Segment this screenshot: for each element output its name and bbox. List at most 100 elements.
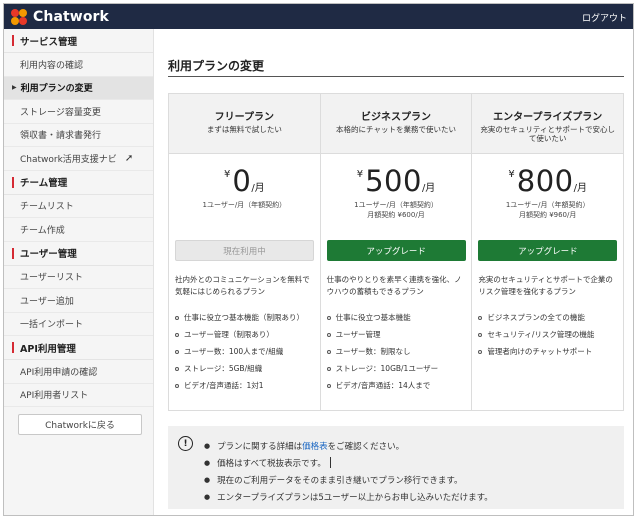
exclamation-icon: ! <box>178 436 193 451</box>
back-to-chatwork-button[interactable]: Chatworkに戻る <box>18 414 142 435</box>
sidebar-item-plan-change[interactable]: ▶ 利用プランの変更 <box>4 76 153 100</box>
bullet-icon: ● <box>204 441 211 450</box>
bullet-icon: ● <box>204 475 211 484</box>
sidebar-item-team-create[interactable]: チーム作成 <box>4 218 153 242</box>
sidebar-item-receipts[interactable]: 領収書・請求書発行 <box>4 124 153 147</box>
price-table-link[interactable]: 価格表 <box>302 440 328 452</box>
feature-item: ストレージ：10GB/1ユーザー <box>326 360 467 377</box>
plan-table: フリープラン まずは無料で試したい ¥0/月 1ユーザー/月（年額契約） 現在利… <box>168 93 624 411</box>
sidebar-item-support-navi[interactable]: Chatwork活用支援ナビ ➚ <box>4 147 153 171</box>
plan-price: ¥800/月 <box>472 164 623 198</box>
note-text: 価格はすべて税抜表示です。 <box>217 458 326 469</box>
feature-item: ビデオ/音声通話：1対1 <box>175 377 315 394</box>
feature-label: 管理者向けのチャットサポート <box>487 347 593 356</box>
bullet-icon <box>326 366 331 371</box>
price-note: 1ユーザー/月（年額契約） 月額契約 ¥960/月 <box>472 200 623 226</box>
current-plan-button: 現在利用中 <box>175 240 314 261</box>
sidebar-item-usage[interactable]: 利用内容の確認 <box>4 53 153 77</box>
plan-feature-list: ビジネスプランの全ての機能 セキュリティ/リスク管理の機能 管理者向けのチャット… <box>478 309 618 360</box>
feature-item: ユーザー管理（制限あり） <box>175 326 315 343</box>
note-item: ● 現在のご利用データをそのまま引き継いでプラン移行できます。 <box>204 471 493 488</box>
feature-item: ビジネスプランの全ての機能 <box>478 309 618 326</box>
logo-text: Chatwork <box>33 8 109 25</box>
bullet-icon: ● <box>204 458 211 467</box>
upgrade-enterprise-button[interactable]: アップグレード <box>478 240 618 261</box>
note-item: ● 価格はすべて税抜表示です。 <box>204 454 493 471</box>
caret-right-icon: ▶ <box>12 84 17 92</box>
notes-list: ● プランに関する詳細は 価格表 をご確認ください。 ● 価格はすべて税抜表示です。… <box>204 437 493 505</box>
bullet-icon <box>326 349 331 354</box>
bullet-icon <box>326 332 331 337</box>
currency-symbol: ¥ <box>223 169 231 180</box>
feature-item: 管理者向けのチャットサポート <box>478 343 618 360</box>
feature-item: 仕事に役立つ基本機能 <box>326 309 467 326</box>
price-note-line: 1ユーザー/月（年額契約） <box>505 201 590 209</box>
feature-item: ユーザー数：100人まで/組織 <box>175 343 315 360</box>
price-note: 1ユーザー/月（年額契約） 月額契約 ¥600/月 <box>321 200 472 226</box>
plan-header: ビジネスプラン 本格的にチャットを業務で使いたい <box>320 94 472 154</box>
feature-item: セキュリティ/リスク管理の機能 <box>478 326 618 343</box>
sidebar-section-api: API利用管理 <box>4 336 153 360</box>
note-text: プランに関する詳細は <box>217 441 303 452</box>
bullet-icon: ● <box>204 492 211 501</box>
currency-symbol: ¥ <box>508 169 515 180</box>
sidebar-item-storage[interactable]: ストレージ容量変更 <box>4 100 153 124</box>
plan-description: 充実のセキュリティとサポートで企業のリスク管理を強化するプラン <box>478 275 613 296</box>
bullet-icon <box>175 349 179 354</box>
note-text: をご確認ください。 <box>327 441 405 452</box>
section-title: ユーザー管理 <box>20 249 77 260</box>
sidebar-section-team: チーム管理 <box>4 170 153 195</box>
bullet-icon <box>478 315 483 320</box>
feature-item: 仕事に役立つ基本機能（制限あり） <box>175 309 315 326</box>
section-marker <box>12 35 14 46</box>
plan-header: フリープラン まずは無料で試したい <box>169 94 320 154</box>
feature-label: ユーザー管理 <box>335 330 381 339</box>
external-link-icon: ➚ <box>124 152 134 164</box>
plan-price: ¥0/月 <box>169 164 320 198</box>
logout-link[interactable]: ログアウト <box>582 11 627 24</box>
plan-column-free: フリープラン まずは無料で試したい ¥0/月 1ユーザー/月（年額契約） 現在利… <box>169 94 321 410</box>
feature-label: ユーザー管理（制限あり） <box>184 330 274 339</box>
plan-description: 社内外とのコミュニケーションを無料で気軽にはじめられるプラン <box>175 275 310 296</box>
section-marker <box>12 247 14 259</box>
feature-label: 仕事に役立つ基本機能（制限あり） <box>184 313 304 322</box>
sidebar-item-user-add[interactable]: ユーザー追加 <box>4 289 153 313</box>
sidebar-item-label: 利用内容の確認 <box>20 60 84 71</box>
plan-feature-list: 仕事に役立つ基本機能 ユーザー管理 ユーザー数：制限なし ストレージ：10GB/… <box>326 309 467 394</box>
price-note-line: 1ユーザー/月（年額契約） <box>202 201 287 209</box>
sidebar-item-label: ストレージ容量変更 <box>20 107 101 118</box>
feature-label: ユーザー数：100人まで/組織 <box>184 347 284 356</box>
bullet-icon <box>175 366 179 371</box>
feature-item: ビデオ/音声通話：14人まで <box>326 377 467 394</box>
plan-subtitle: 本格的にチャットを業務で使いたい <box>336 125 456 134</box>
sidebar-item-label: 利用プランの変更 <box>20 84 93 95</box>
page-title: 利用プランの変更 <box>168 59 265 73</box>
sidebar-item-api-requests[interactable]: API利用申請の確認 <box>4 360 153 384</box>
sidebar-item-label: API利用申請の確認 <box>20 367 98 378</box>
feature-label: セキュリティ/リスク管理の機能 <box>487 330 595 339</box>
plan-column-business: ビジネスプラン 本格的にチャットを業務で使いたい ¥500/月 1ユーザー/月（… <box>320 94 473 410</box>
plan-name: フリープラン <box>214 112 275 123</box>
app-window: Chatwork ログアウト サービス管理 利用内容の確認 ▶ 利用プランの変更… <box>3 3 634 516</box>
price-unit: /月 <box>421 183 436 194</box>
sidebar-item-label: 領収書・請求書発行 <box>20 131 102 142</box>
upgrade-business-button[interactable]: アップグレード <box>326 240 466 261</box>
plan-description: 仕事のやりとりを素早く連携を強化、ノウハウの蓄積もできるプラン <box>326 275 462 296</box>
sidebar-item-team-list[interactable]: チームリスト <box>4 195 153 218</box>
sidebar-item-label: API利用者リスト <box>20 391 89 402</box>
bullet-icon <box>478 332 483 337</box>
chatwork-logo[interactable]: Chatwork <box>10 8 109 26</box>
sidebar-item-label: チームリスト <box>20 202 74 213</box>
bullet-icon <box>175 383 179 388</box>
feature-label: ユーザー数：制限なし <box>335 347 411 356</box>
plan-header: エンタープライズプラン 充実のセキュリティとサポートで安心して使いたい <box>472 94 624 154</box>
note-text: 現在のご利用データをそのまま引き継いでプラン移行できます。 <box>217 475 463 486</box>
price-value: 500 <box>365 164 422 198</box>
sidebar-item-api-users[interactable]: API利用者リスト <box>4 384 153 407</box>
bullet-icon <box>175 332 179 337</box>
price-value: 800 <box>516 164 574 198</box>
plan-price: ¥500/月 <box>321 164 472 198</box>
main-content: 利用プランの変更 フリープラン まずは無料で試したい ¥0/月 1ユーザー/月（… <box>155 29 633 515</box>
sidebar-item-bulk-import[interactable]: 一括インポート <box>4 313 153 336</box>
sidebar-item-user-list[interactable]: ユーザーリスト <box>4 266 153 289</box>
